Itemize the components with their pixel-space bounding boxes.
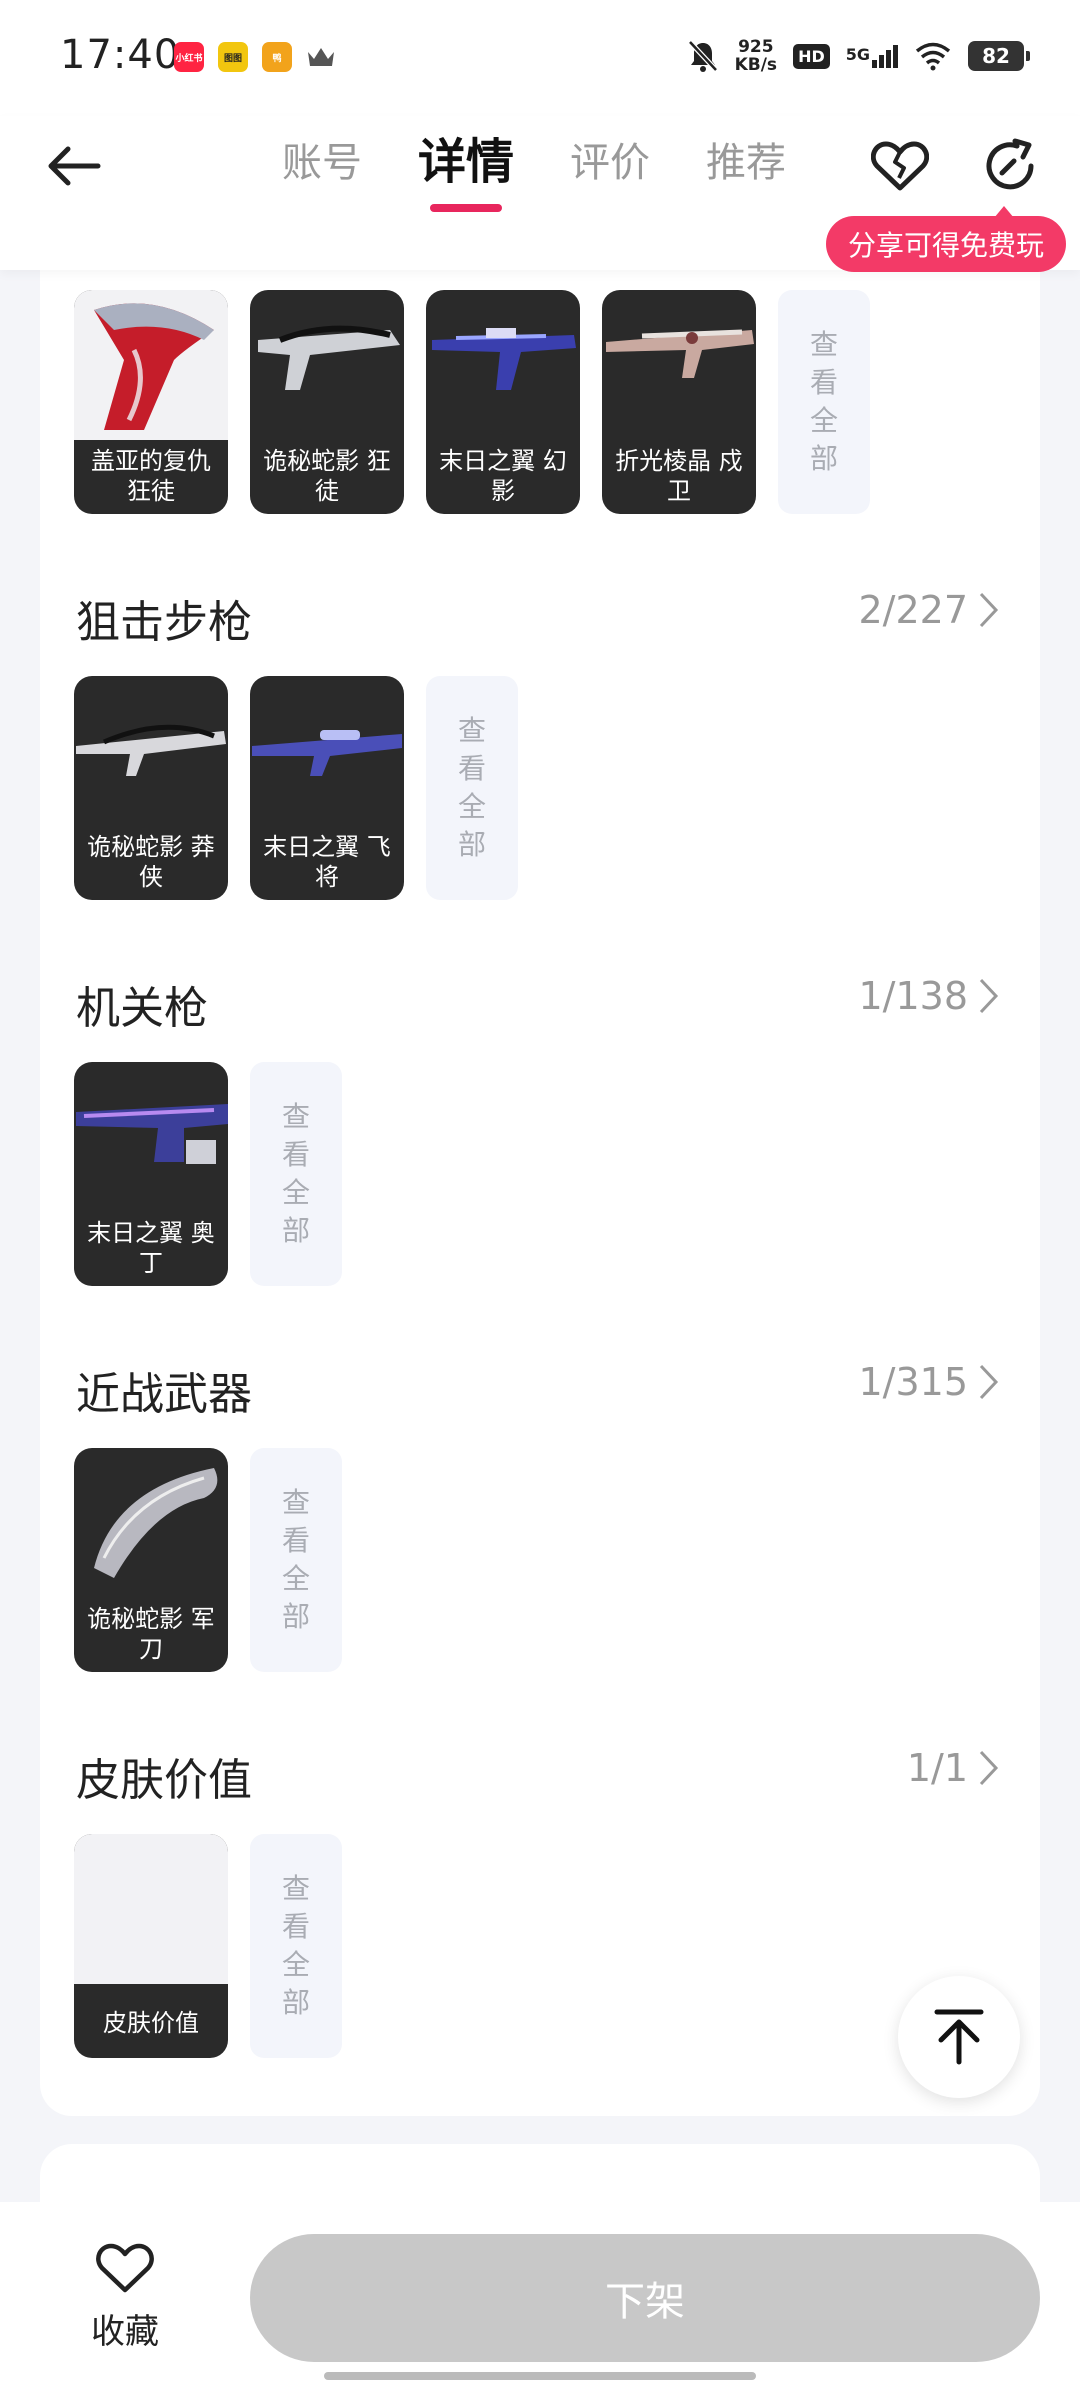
details-card: 盖亚的复仇 狂徒 诡秘蛇影 狂徒 末日之翼 幻影 折光棱晶 戍卫 查看全部 狙击… <box>40 250 1040 2116</box>
delist-button[interactable]: 下架 <box>250 2234 1040 2362</box>
skin-name: 皮肤价值 <box>103 2009 199 2037</box>
back-button[interactable] <box>44 136 104 196</box>
skin-card[interactable]: 诡秘蛇影 狂徒 <box>250 290 404 514</box>
section-count-value: 1/138 <box>858 974 968 1018</box>
share-promo-tooltip[interactable]: 分享可得免费玩 <box>825 206 1066 272</box>
xiaohongshu-app-icon: 小红书 <box>174 42 204 72</box>
status-bar: 17:40 小红书 图图 鸭 925 KB/s HD 5G 82 <box>0 0 1080 116</box>
weapon-skin-image <box>252 730 402 776</box>
signal-label: 5G <box>845 44 870 64</box>
sniper-skin-row: 诡秘蛇影 莽侠 末日之翼 飞将 查看全部 <box>74 676 518 900</box>
skin-name: 折光棱晶 戍卫 <box>615 447 743 505</box>
broken-heart-button[interactable] <box>868 134 932 198</box>
skin-card[interactable]: 末日之翼 幻影 <box>426 290 580 514</box>
share-button[interactable] <box>978 134 1042 198</box>
skin-card[interactable]: 末日之翼 飞将 <box>250 676 404 900</box>
header: 账号 详情 评价 推荐 分享可得免费玩 <box>0 116 1080 272</box>
tab-account[interactable]: 账号 <box>282 130 362 214</box>
skin-card[interactable]: 折光棱晶 戍卫 <box>602 290 756 514</box>
arrow-up-to-top-icon <box>934 2009 984 2065</box>
chevron-right-icon <box>979 1750 999 1786</box>
section-title-sniper: 狙击步枪 <box>76 597 252 648</box>
skin-card[interactable]: 诡秘蛇影 莽侠 <box>74 676 228 900</box>
weapon-skin-image <box>432 328 576 390</box>
back-to-top-button[interactable] <box>898 1976 1020 2098</box>
notification-app-icons: 小红书 图图 鸭 <box>174 42 336 72</box>
bell-mute-icon <box>687 40 718 72</box>
melee-skin-row: 诡秘蛇影 军刀 查看全部 <box>74 1448 342 1672</box>
chevron-right-icon <box>979 1364 999 1400</box>
bottom-action-bar: 收藏 下架 <box>0 2202 1080 2388</box>
crown-icon <box>308 48 334 66</box>
section-count-value: 1/1 <box>906 1746 968 1790</box>
status-time: 17:40 <box>60 32 181 78</box>
chevron-right-icon <box>979 592 999 628</box>
tab-bar: 账号 详情 评价 推荐 <box>282 130 786 214</box>
skin-name: 末日之翼 幻影 <box>439 447 567 505</box>
section-title-machine-gun: 机关枪 <box>76 983 208 1034</box>
skin-name: 诡秘蛇影 狂徒 <box>263 447 391 505</box>
section-count-value: 1/315 <box>858 1360 968 1404</box>
skin-card[interactable]: 盖亚的复仇 狂徒 <box>74 290 228 514</box>
section-title-skin-value: 皮肤价值 <box>76 1755 252 1806</box>
view-all-button[interactable]: 查看全部 <box>778 290 870 514</box>
section-count-melee[interactable]: 1/315 <box>858 1360 1000 1404</box>
arrow-left-icon <box>48 146 101 186</box>
net-speed-value: 925 <box>738 37 774 57</box>
tab-details[interactable]: 详情 <box>418 122 514 206</box>
broken-heart-icon <box>871 141 929 191</box>
skin-value-card[interactable]: 皮肤价值 <box>74 1834 228 2058</box>
battery-icon: 82 <box>968 41 1030 71</box>
skin-image <box>74 290 228 440</box>
section-count-sniper[interactable]: 2/227 <box>858 588 1000 632</box>
skin-value-image <box>74 1834 228 1984</box>
tab-recommend[interactable]: 推荐 <box>706 130 786 214</box>
skin-name: 诡秘蛇影 莽侠 <box>87 833 215 891</box>
favorite-button[interactable]: 收藏 <box>70 2242 180 2353</box>
section-count-skin-value[interactable]: 1/1 <box>907 1746 1000 1790</box>
share-refresh-icon <box>986 138 1034 190</box>
weapon-skin-image <box>76 1104 228 1164</box>
skin-card[interactable]: 末日之翼 奥丁 <box>74 1062 228 1286</box>
duck-app-icon: 鸭 <box>262 42 292 72</box>
top-skin-row: 盖亚的复仇 狂徒 诡秘蛇影 狂徒 末日之翼 幻影 折光棱晶 戍卫 查看全部 <box>74 290 870 514</box>
view-all-button[interactable]: 查看全部 <box>250 1062 342 1286</box>
section-title-melee: 近战武器 <box>76 1369 252 1420</box>
skin-name: 末日之翼 奥丁 <box>87 1219 215 1277</box>
section-count-value: 2/227 <box>858 588 968 632</box>
hd-badge: HD <box>793 43 830 69</box>
weapon-skin-image <box>76 724 226 776</box>
skin-name: 诡秘蛇影 军刀 <box>87 1605 215 1663</box>
tab-reviews[interactable]: 评价 <box>570 130 650 214</box>
status-indicators: 925 KB/s HD 5G 82 <box>687 38 1030 74</box>
skin-value-row: 皮肤价值 查看全部 <box>74 1834 342 2058</box>
weapon-skin-image <box>94 1468 218 1578</box>
favorite-label: 收藏 <box>91 2312 159 2352</box>
home-indicator[interactable] <box>324 2372 756 2380</box>
wifi-icon <box>915 42 951 71</box>
skin-name: 盖亚的复仇 狂徒 <box>91 447 211 505</box>
chevron-right-icon <box>979 978 999 1014</box>
view-all-button[interactable]: 查看全部 <box>426 676 518 900</box>
view-all-button[interactable]: 查看全部 <box>250 1834 342 2058</box>
skin-name: 末日之翼 飞将 <box>263 833 391 891</box>
machine-gun-skin-row: 末日之翼 奥丁 查看全部 <box>74 1062 342 1286</box>
weapon-skin-image <box>606 329 754 378</box>
skin-card[interactable]: 诡秘蛇影 军刀 <box>74 1448 228 1672</box>
weapon-skin-image <box>258 325 400 390</box>
heart-icon <box>96 2243 154 2293</box>
net-speed-unit: KB/s <box>734 55 778 75</box>
network-speed: 925 KB/s <box>735 38 777 74</box>
tutu-app-icon: 图图 <box>218 42 248 72</box>
view-all-button[interactable]: 查看全部 <box>250 1448 342 1672</box>
section-count-machine-gun[interactable]: 1/138 <box>858 974 1000 1018</box>
signal-5g-icon: 5G <box>845 44 898 68</box>
